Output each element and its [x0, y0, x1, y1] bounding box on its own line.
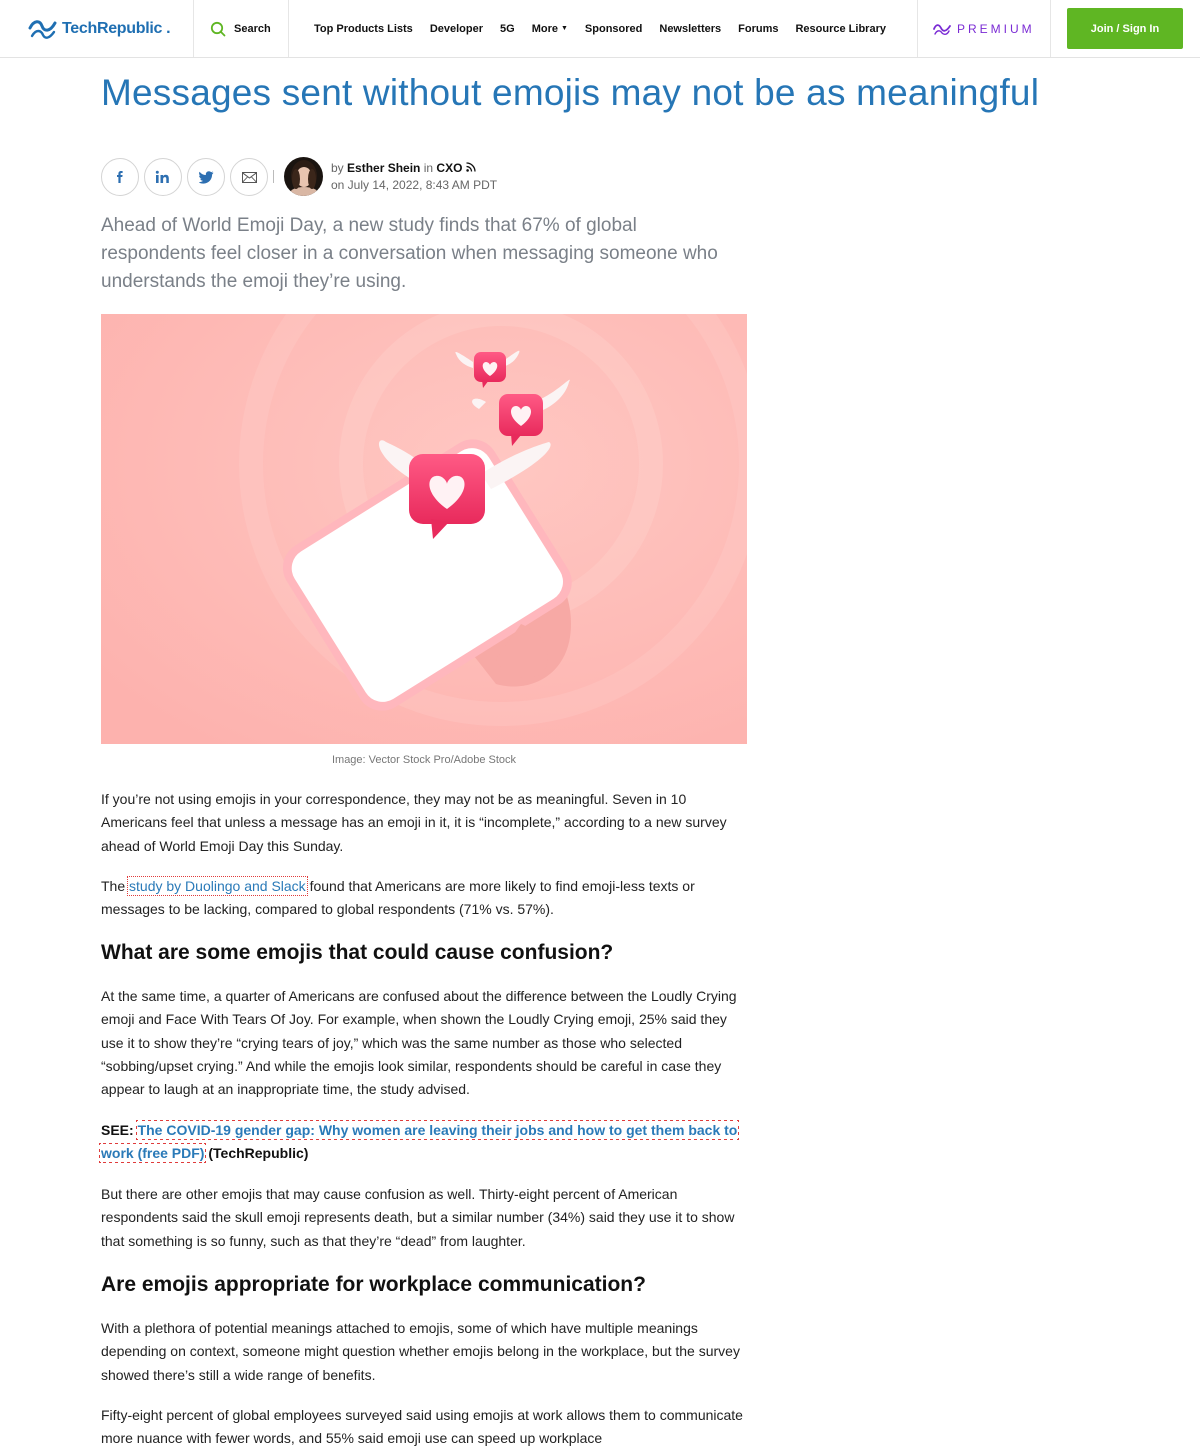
share-linkedin-button[interactable] [144, 158, 182, 196]
nav-item-top-products[interactable]: Top Products Lists [314, 23, 413, 35]
share-facebook-button[interactable] [101, 158, 139, 196]
header-divider [288, 0, 289, 57]
byline: by Esther Shein in CXO on July 14, 2022,… [331, 160, 497, 194]
share-email-button[interactable] [230, 158, 268, 196]
nav-item-newsletters[interactable]: Newsletters [659, 23, 721, 35]
premium-link[interactable]: PREMIUM [933, 0, 1043, 57]
body-paragraph-4: But there are other emojis that may caus… [101, 1186, 735, 1249]
phone-hearts-illustration [101, 314, 747, 744]
byline-by: by [331, 161, 344, 175]
search-label: Search [234, 22, 271, 35]
section-heading-workplace: Are emojis appropriate for workplace com… [101, 1273, 646, 1296]
see-source: (TechRepublic) [204, 1145, 309, 1162]
author-photo [284, 157, 323, 196]
site-logo[interactable]: TechRepublic . [28, 0, 188, 57]
logo-text: TechRepublic [62, 19, 163, 37]
share-twitter-button[interactable] [187, 158, 225, 196]
p2-text-before: The [101, 878, 130, 894]
nav-item-5g[interactable]: 5G [500, 23, 515, 35]
header-divider [917, 0, 918, 57]
header-divider [193, 0, 194, 57]
byline-author-line: by Esther Shein in CXO [331, 160, 497, 177]
body-paragraph-6: Fifty-eight percent of global employees … [101, 1407, 743, 1447]
see-also: SEE: The COVID-19 gender gap: Why women … [98, 1119, 751, 1166]
byline-in: in [423, 161, 434, 175]
category-link[interactable]: CXO [436, 161, 462, 175]
rss-icon[interactable] [466, 162, 476, 172]
see-also-link[interactable]: The COVID-19 gender gap: Why women are l… [98, 1119, 740, 1164]
nav-item-sponsored[interactable]: Sponsored [585, 23, 642, 35]
nav-item-forums[interactable]: Forums [738, 23, 778, 35]
linkedin-icon [155, 170, 169, 183]
image-caption: Image: Vector Stock Pro/Adobe Stock [331, 754, 517, 766]
body-paragraph-3: At the same time, a quarter of Americans… [101, 988, 737, 1098]
nav-item-more[interactable]: More ▼ [532, 23, 568, 35]
join-sign-in-button[interactable]: Join / Sign In [1067, 8, 1183, 49]
site-header: TechRepublic . Search Top Products Lists… [0, 0, 1200, 58]
techrepublic-logo-icon [28, 19, 57, 39]
email-icon [241, 171, 257, 183]
see-label: SEE: [101, 1122, 134, 1138]
search-icon [210, 21, 226, 36]
body-paragraph-5: With a plethora of potential meanings at… [101, 1320, 740, 1383]
nav-item-developer[interactable]: Developer [430, 23, 483, 35]
premium-logo-icon [933, 23, 951, 35]
study-link[interactable]: study by Duolingo and Slack [127, 876, 308, 896]
logo-dot: . [166, 19, 171, 37]
author-avatar[interactable] [284, 157, 323, 196]
chevron-down-icon: ▼ [560, 25, 568, 33]
nav-more-label: More [531, 22, 558, 35]
hero-image [101, 314, 747, 744]
main-nav: Top Products Lists Developer 5G More ▼ Sp… [314, 0, 903, 57]
article-dek: Ahead of World Emoji Day, a new study fi… [101, 215, 718, 292]
share-divider [273, 170, 274, 183]
section-heading-confusion: What are some emojis that could cause co… [101, 941, 614, 964]
article-title: Messages sent without emojis may not be … [101, 72, 1040, 113]
nav-item-resource-library[interactable]: Resource Library [795, 23, 885, 35]
search-button[interactable]: Search [210, 0, 290, 57]
body-paragraph-2: The study by Duolingo and Slack found th… [101, 875, 751, 922]
publish-date: on July 14, 2022, 8:43 AM PDT [331, 178, 498, 192]
header-divider [1050, 0, 1051, 57]
premium-label: PREMIUM [957, 21, 1035, 36]
author-name-link[interactable]: Esther Shein [347, 161, 420, 175]
twitter-icon [198, 170, 213, 184]
facebook-icon [117, 171, 123, 183]
body-paragraph-1: If you’re not using emojis in your corre… [101, 791, 727, 854]
